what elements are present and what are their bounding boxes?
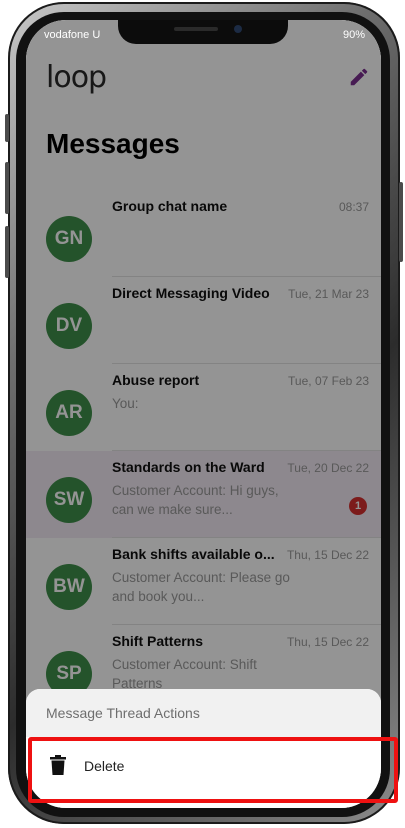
- camera-icon: [234, 25, 242, 33]
- speaker-grille: [174, 27, 218, 31]
- mute-switch: [5, 114, 9, 142]
- action-sheet-title: Message Thread Actions: [46, 705, 200, 721]
- volume-up-button: [5, 162, 9, 214]
- battery-label: 90%: [342, 29, 365, 41]
- highlight-box: [28, 737, 398, 803]
- notch: [118, 20, 288, 44]
- phone-screen: loop Messages GN Group chat name 08:37 D…: [26, 20, 381, 808]
- action-sheet-header: Message Thread Actions: [26, 689, 381, 737]
- power-button: [399, 182, 403, 262]
- volume-down-button: [5, 226, 9, 278]
- carrier-label: vodafone U: [44, 29, 101, 41]
